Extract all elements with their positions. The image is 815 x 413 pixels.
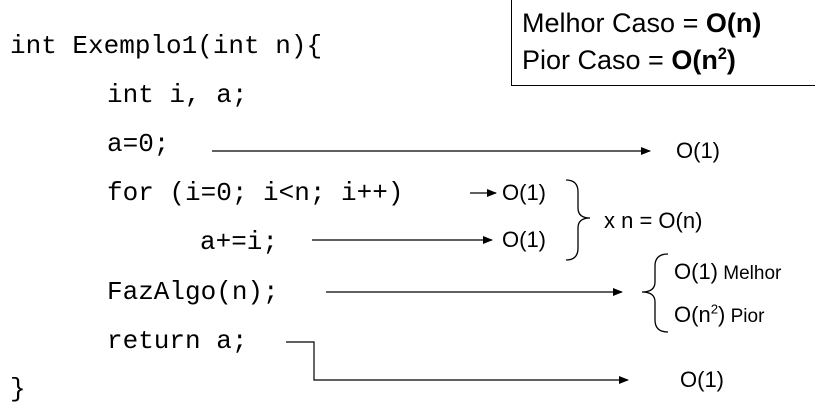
loop-body-complexity: O(1) (502, 227, 546, 252)
fazalgo-brace (641, 253, 669, 333)
return-arrow (286, 341, 629, 384)
fazalgo-worst-case: O(n2) Pior (674, 301, 765, 327)
assign-complexity: O(1) (676, 138, 720, 163)
return-complexity: O(1) (680, 367, 724, 392)
loop-brace (565, 179, 591, 261)
annotation-arrows (212, 147, 669, 384)
loop-total-complexity: x n = O(n) (604, 208, 703, 233)
loop-header-complexity: O(1) (502, 180, 546, 205)
fazalgo-best-case: O(1) Melhor (674, 259, 782, 284)
